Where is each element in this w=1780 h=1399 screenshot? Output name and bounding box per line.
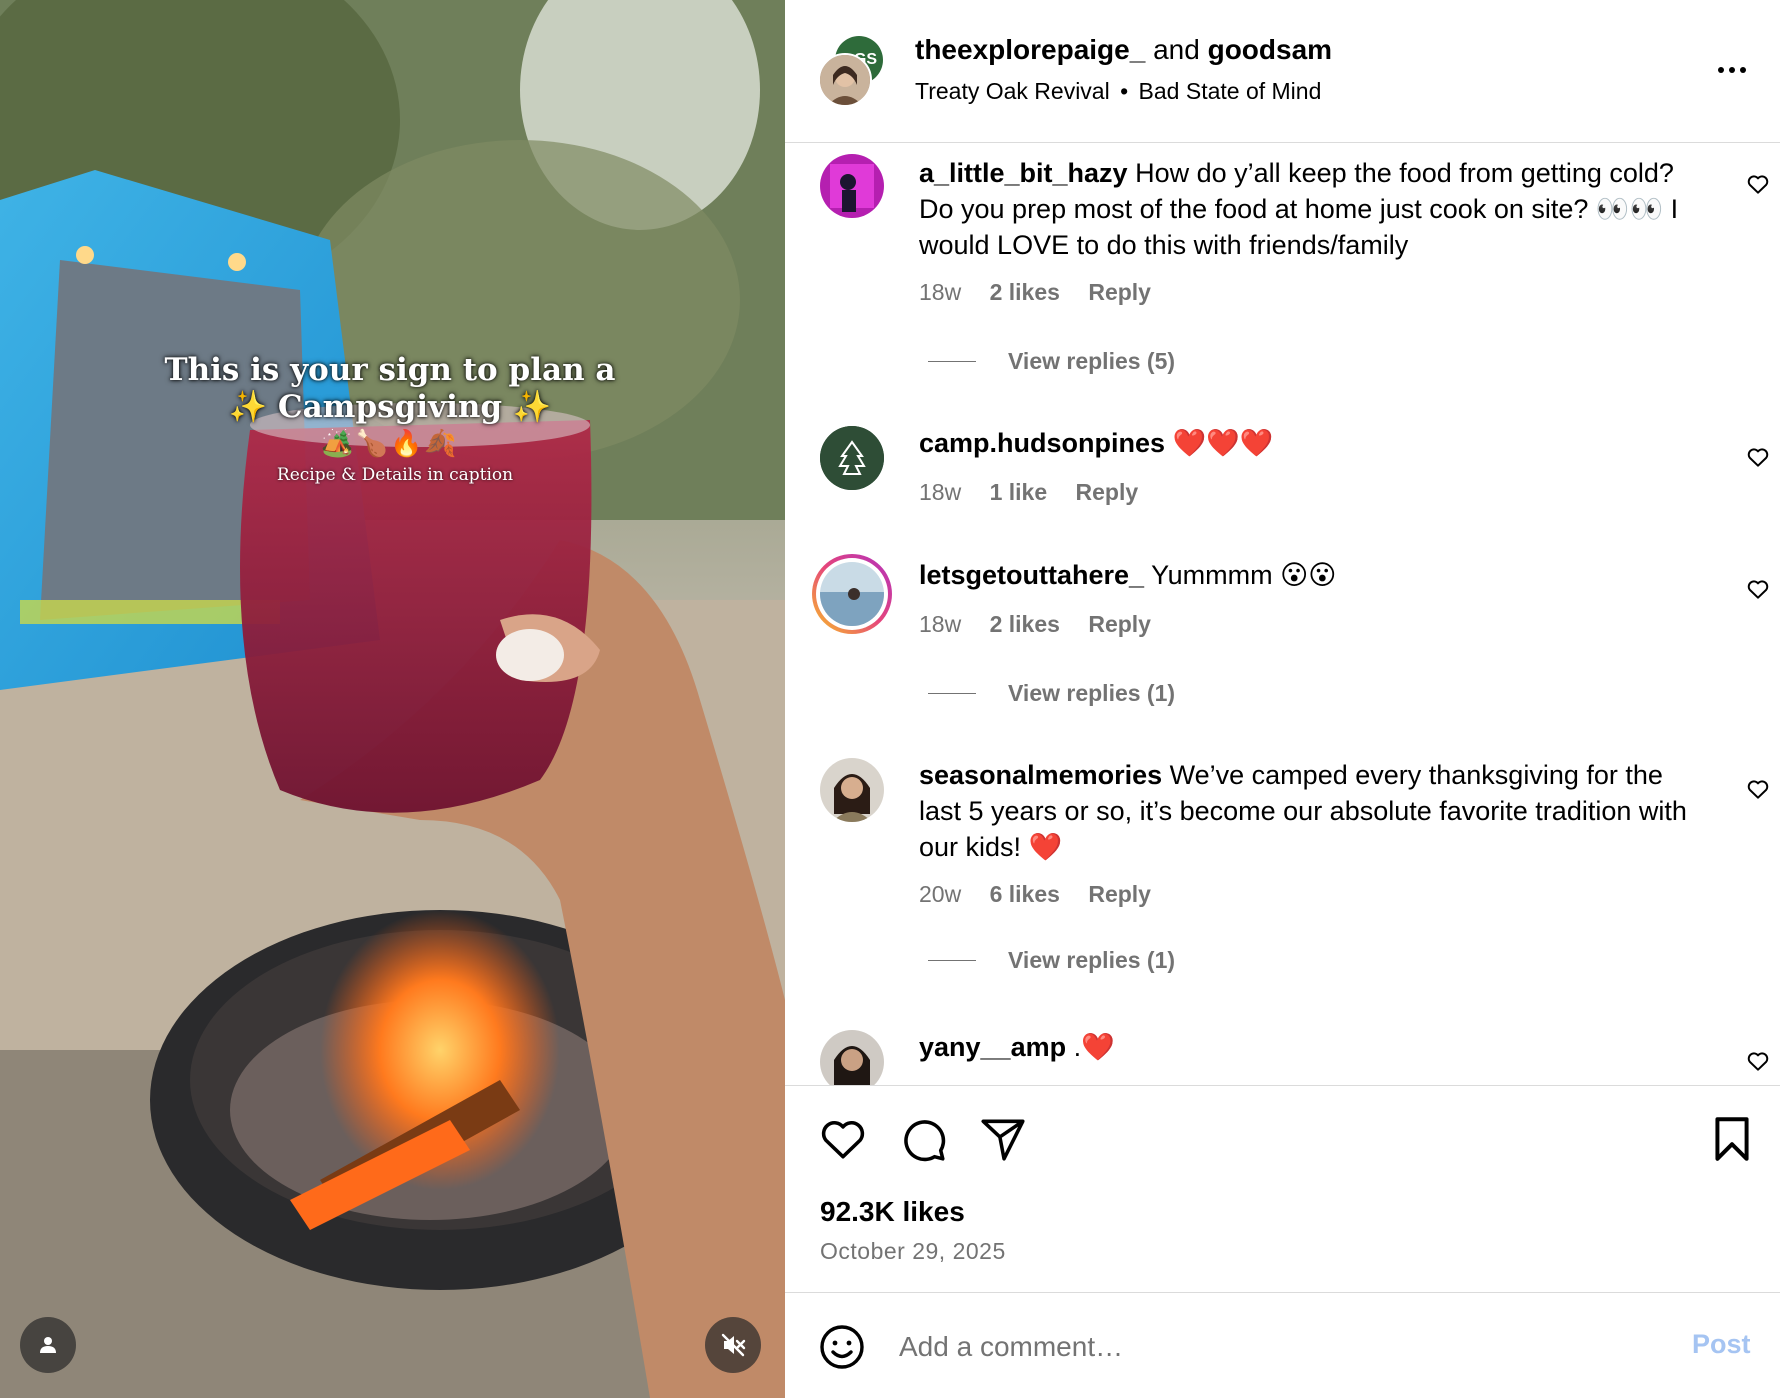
comment-content: .❤️ xyxy=(1066,1032,1115,1062)
commenter-avatar xyxy=(820,562,884,626)
more-dot-icon xyxy=(1729,67,1735,73)
reply-button[interactable]: Reply xyxy=(1088,881,1151,907)
overlay-title: This is your sign to plan a ✨ Campsgivin… xyxy=(164,352,616,425)
audio-track[interactable]: Bad State of Mind xyxy=(1139,78,1322,104)
tagged-users-button[interactable] xyxy=(20,1317,76,1373)
author1-link[interactable]: theexplorepaige_ xyxy=(915,34,1145,65)
bookmark-icon[interactable] xyxy=(1707,1114,1757,1164)
overlay-emojis: 🏕️🍗🔥🍂 xyxy=(321,428,459,458)
comment-username[interactable]: letsgetouttahere_ xyxy=(919,560,1144,590)
media-photo xyxy=(0,0,785,1398)
comment-text: camp.hudsonpines ❤️❤️❤️ xyxy=(919,425,1479,461)
comment-time[interactable]: 20w xyxy=(919,881,961,907)
comment-time[interactable]: 18w xyxy=(919,279,961,305)
view-replies-button[interactable]: View replies (1) xyxy=(928,680,1175,707)
comment-content: ❤️❤️❤️ xyxy=(1165,428,1274,458)
reply-button[interactable]: Reply xyxy=(1088,611,1151,637)
comment-like-icon[interactable] xyxy=(1745,576,1771,602)
replies-line xyxy=(928,960,976,961)
reply-button[interactable]: Reply xyxy=(1088,279,1151,305)
emoji-icon[interactable] xyxy=(818,1323,866,1371)
more-options-button[interactable] xyxy=(1710,55,1754,85)
theexplorepaige-avatar[interactable] xyxy=(818,53,872,107)
post-date[interactable]: October 29, 2025 xyxy=(820,1238,1006,1265)
authors-joiner: and xyxy=(1145,34,1208,65)
post-comment-button[interactable]: Post xyxy=(1692,1329,1751,1360)
reply-button[interactable]: Reply xyxy=(1076,479,1139,505)
comment-like-icon[interactable] xyxy=(1745,444,1771,470)
comment-meta: 20w 6 likes Reply xyxy=(919,881,1173,908)
replies-line xyxy=(928,361,976,362)
more-dot-icon xyxy=(1740,67,1746,73)
post-authors: theexplorepaige_ and goodsam xyxy=(915,34,1332,66)
person-icon xyxy=(40,1337,56,1353)
speaker-muted-icon xyxy=(721,1333,746,1357)
post-panel: GS theexplorepaige_ and goodsam Treaty O… xyxy=(785,0,1780,1398)
comment-likes[interactable]: 1 like xyxy=(990,479,1048,505)
comment-likes[interactable]: 2 likes xyxy=(990,611,1060,637)
comment-time[interactable]: 18w xyxy=(919,479,961,505)
comment-icon[interactable] xyxy=(898,1114,948,1164)
comment-like-icon[interactable] xyxy=(1745,171,1771,197)
comment-meta: 18w 1 like Reply xyxy=(919,479,1160,506)
mute-button[interactable] xyxy=(705,1317,761,1373)
post-media[interactable]: This is your sign to plan a ✨ Campsgivin… xyxy=(0,0,785,1398)
commenter-avatar[interactable] xyxy=(820,758,884,822)
commenter-avatar-story-ring[interactable] xyxy=(812,554,892,634)
view-replies-button[interactable]: View replies (5) xyxy=(928,348,1175,375)
post-header: GS theexplorepaige_ and goodsam Treaty O… xyxy=(785,0,1780,143)
commenter-avatar[interactable] xyxy=(820,426,884,490)
comment-time[interactable]: 18w xyxy=(919,611,961,637)
audio-info[interactable]: Treaty Oak Revival • Bad State of Mind xyxy=(915,78,1321,105)
comment-username[interactable]: camp.hudsonpines xyxy=(919,428,1165,458)
more-dot-icon xyxy=(1718,67,1724,73)
overlay-caption: Recipe & Details in caption xyxy=(276,465,514,485)
comment-username[interactable]: a_little_bit_hazy xyxy=(919,158,1128,188)
comment-username[interactable]: yany__amp xyxy=(919,1032,1066,1062)
replies-line xyxy=(928,693,976,694)
audio-artist[interactable]: Treaty Oak Revival xyxy=(915,78,1110,104)
comment-meta: 18w 2 likes Reply xyxy=(919,279,1173,306)
add-comment-bar: Post xyxy=(785,1292,1780,1399)
post-actions: 92.3K likes October 29, 2025 xyxy=(785,1085,1780,1296)
comment-content: Yummmm 😮😮 xyxy=(1144,560,1337,590)
commenter-avatar[interactable] xyxy=(820,154,884,218)
commenter-avatar[interactable] xyxy=(820,1030,884,1085)
comment-like-icon[interactable] xyxy=(1745,1048,1771,1074)
comment-text: a_little_bit_hazy How do y’all keep the … xyxy=(919,155,1699,263)
likes-count[interactable]: 92.3K likes xyxy=(820,1196,965,1228)
comment-likes[interactable]: 6 likes xyxy=(990,881,1060,907)
comment-text: letsgetouttahere_ Yummmm 😮😮 xyxy=(919,557,1479,593)
comment-username[interactable]: seasonalmemories xyxy=(919,760,1162,790)
comment-text: seasonalmemories We’ve camped every than… xyxy=(919,757,1699,865)
comment-like-icon[interactable] xyxy=(1745,776,1771,802)
comment-likes[interactable]: 2 likes xyxy=(990,279,1060,305)
comment-meta: 18w 2 likes Reply xyxy=(919,611,1173,638)
share-icon[interactable] xyxy=(978,1114,1028,1164)
like-icon[interactable] xyxy=(818,1114,868,1164)
audio-separator: • xyxy=(1120,78,1129,104)
comments-list[interactable]: a_little_bit_hazy How do y’all keep the … xyxy=(785,143,1780,1085)
comment-input[interactable] xyxy=(897,1325,1601,1369)
view-replies-button[interactable]: View replies (1) xyxy=(928,947,1175,974)
comment-text: yany__amp .❤️ xyxy=(919,1029,1479,1065)
author2-link[interactable]: goodsam xyxy=(1208,34,1332,65)
